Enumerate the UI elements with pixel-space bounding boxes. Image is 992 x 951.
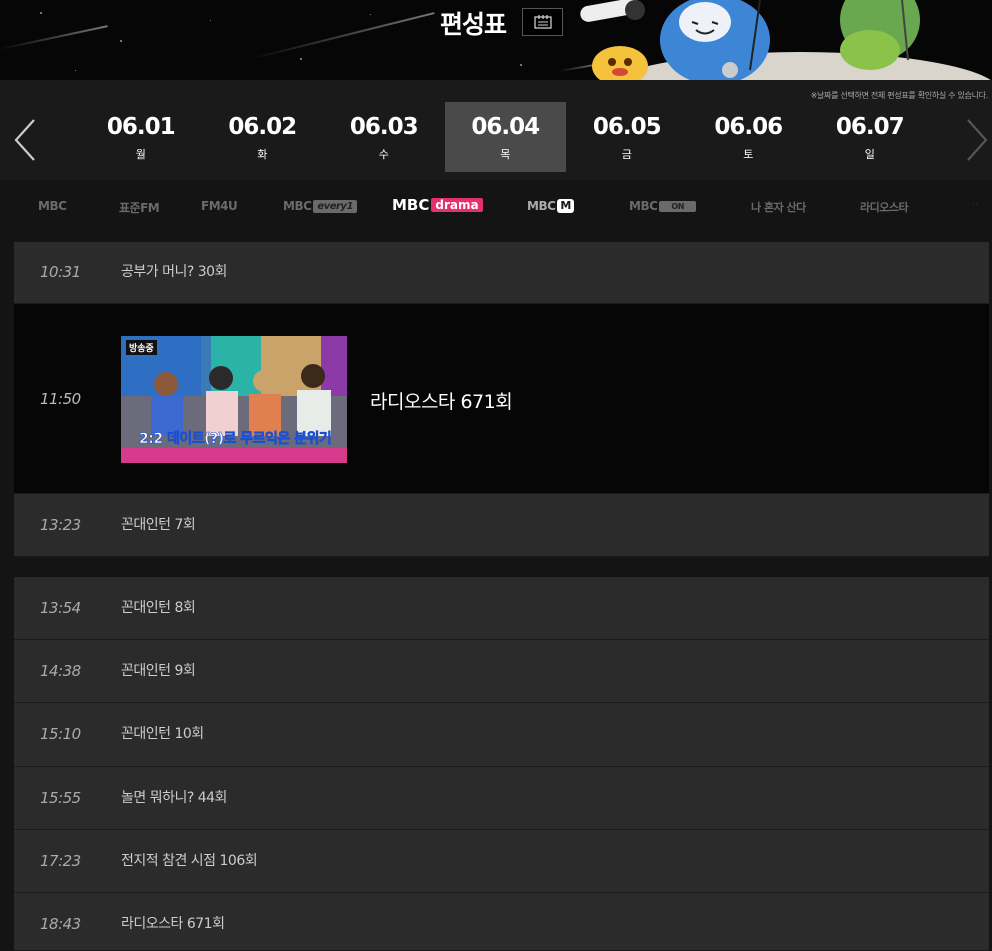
schedule-row[interactable]: 15:55 놀면 뭐하니? 44회 bbox=[14, 767, 989, 830]
schedule-title: 공부가 머니? 30회 bbox=[121, 264, 227, 280]
channel-tab-standard-fm[interactable]: 표준FM bbox=[119, 199, 160, 216]
thumbnail-caption: 2:2 데이트(?)로 무르익은 분위기 bbox=[139, 431, 332, 448]
channel-tab-mbc[interactable]: MBC bbox=[38, 199, 67, 213]
channel-overflow-indicator: ·· bbox=[972, 200, 979, 211]
date-weekday: 금 bbox=[621, 148, 632, 161]
date-number: 06.06 bbox=[714, 114, 783, 140]
schedule-title: 라디오스타 671회 bbox=[121, 916, 225, 932]
schedule-time: 15:55 bbox=[40, 789, 81, 807]
date-list: 06.01 월 06.02 화 06.03 수 06.04 목 06.05 금 … bbox=[80, 102, 931, 172]
date-item-0606[interactable]: 06.06 토 bbox=[688, 102, 810, 172]
channel-badge: M bbox=[557, 199, 574, 213]
schedule-row[interactable]: 10:31 공부가 머니? 30회 bbox=[14, 242, 989, 304]
date-item-0603[interactable]: 06.03 수 bbox=[323, 102, 445, 172]
date-number: 06.01 bbox=[106, 114, 176, 140]
date-number: 06.05 bbox=[592, 114, 662, 140]
schedule-title: 꼰대인턴 10회 bbox=[121, 726, 204, 742]
date-weekday: 일 bbox=[864, 148, 875, 161]
schedule-row-onair[interactable]: 11:50 방송중 2:2 데이트(?)로 무르익은 분위기 라디오스타 671… bbox=[14, 304, 989, 494]
mascot-illustration bbox=[580, 0, 991, 80]
channel-tab-mbc-every1[interactable]: MBC every1 bbox=[283, 199, 357, 213]
schedule-time: 10:31 bbox=[40, 263, 81, 281]
channel-badge: drama bbox=[431, 198, 483, 212]
date-number: 06.03 bbox=[349, 114, 419, 140]
page-header: 편성표 bbox=[0, 0, 992, 80]
date-weekday: 화 bbox=[257, 148, 268, 161]
date-weekday: 월 bbox=[135, 148, 146, 161]
schedule-time: 13:54 bbox=[40, 599, 81, 617]
channel-label: MBC bbox=[283, 199, 312, 213]
schedule-title: 라디오스타 671회 bbox=[370, 391, 513, 413]
channel-label: MBC bbox=[629, 199, 658, 213]
channel-label: MBC bbox=[527, 199, 556, 213]
date-weekday: 목 bbox=[500, 148, 511, 161]
live-badge: 방송중 bbox=[126, 340, 157, 355]
date-item-0602[interactable]: 06.02 화 bbox=[202, 102, 324, 172]
channel-tab-mbc-drama[interactable]: MBC drama bbox=[392, 196, 483, 214]
channel-badge: ON bbox=[659, 200, 696, 212]
date-number: 06.02 bbox=[228, 114, 297, 140]
channel-label: 표준FM bbox=[119, 201, 160, 215]
shooting-star bbox=[0, 25, 108, 50]
date-weekday: 수 bbox=[378, 148, 389, 161]
channel-tab-mbc-on[interactable]: MBC ON bbox=[629, 199, 696, 213]
star bbox=[370, 14, 371, 15]
schedule-time: 14:38 bbox=[40, 662, 81, 680]
date-note: ※날짜를 선택하면 전체 편성표를 확인하실 수 있습니다. bbox=[810, 91, 989, 100]
onair-thumbnail[interactable]: 방송중 2:2 데이트(?)로 무르익은 분위기 bbox=[121, 336, 347, 463]
schedule-time: 13:23 bbox=[40, 516, 81, 534]
star bbox=[300, 58, 302, 60]
schedule-row[interactable]: 15:10 꼰대인턴 10회 bbox=[14, 703, 989, 767]
star bbox=[520, 64, 522, 66]
schedule-title: 꼰대인턴 9회 bbox=[121, 663, 196, 679]
channel-tab-mbc-m[interactable]: MBC M bbox=[527, 199, 574, 213]
star bbox=[210, 20, 211, 21]
date-item-0604-selected[interactable]: 06.04 목 bbox=[444, 102, 566, 172]
channel-badge: every1 bbox=[313, 199, 357, 213]
channel-tab-alone[interactable]: 나 혼자 산다 bbox=[751, 199, 806, 215]
schedule-time: 15:10 bbox=[40, 725, 81, 743]
schedule-title: 꼰대인턴 7회 bbox=[121, 517, 196, 533]
schedule-row[interactable]: 18:43 라디오스타 671회 bbox=[14, 893, 989, 951]
calendar-icon bbox=[533, 15, 552, 29]
channel-label: MBC bbox=[392, 196, 430, 214]
date-navigation: ※날짜를 선택하면 전체 편성표를 확인하실 수 있습니다. 06.01 월 0… bbox=[0, 80, 992, 180]
shooting-star bbox=[249, 12, 435, 60]
schedule-title: 꼰대인턴 8회 bbox=[121, 600, 196, 616]
schedule-divider bbox=[0, 557, 992, 577]
schedule-title: 전지적 참견 시점 106회 bbox=[121, 853, 258, 869]
date-number: 06.04 bbox=[471, 114, 540, 140]
star bbox=[120, 40, 122, 42]
schedule-row[interactable]: 13:23 꼰대인턴 7회 bbox=[14, 494, 989, 557]
date-number: 06.07 bbox=[835, 114, 905, 140]
schedule-row[interactable]: 13:54 꼰대인턴 8회 bbox=[14, 577, 989, 640]
schedule-title: 놀면 뭐하니? 44회 bbox=[121, 790, 227, 806]
channel-tab-radiostar[interactable]: 라디오스타 bbox=[860, 199, 909, 215]
channel-label: 라디오스타 bbox=[860, 201, 909, 214]
date-item-0601[interactable]: 06.01 월 bbox=[80, 102, 202, 172]
calendar-button[interactable] bbox=[522, 8, 563, 36]
star bbox=[75, 70, 76, 71]
date-weekday: 토 bbox=[743, 148, 754, 161]
schedule-row[interactable]: 17:23 전지적 참견 시점 106회 bbox=[14, 830, 989, 893]
page-title: 편성표 bbox=[440, 10, 507, 39]
schedule-row[interactable]: 14:38 꼰대인턴 9회 bbox=[14, 640, 989, 703]
channel-label: MBC bbox=[38, 199, 67, 213]
chevron-left-icon[interactable] bbox=[10, 118, 42, 162]
channel-label: 나 혼자 산다 bbox=[751, 201, 806, 214]
star bbox=[40, 12, 42, 14]
chevron-right-icon[interactable] bbox=[960, 118, 992, 162]
schedule-time: 11:50 bbox=[40, 390, 81, 408]
schedule-time: 18:43 bbox=[40, 915, 81, 933]
channel-label: FM4U bbox=[201, 199, 238, 213]
channel-tabs: MBC 표준FM FM4U MBC every1 MBC drama MBC M… bbox=[0, 190, 992, 224]
date-item-0605[interactable]: 06.05 금 bbox=[566, 102, 688, 172]
channel-tab-fm4u[interactable]: FM4U bbox=[201, 199, 238, 213]
date-item-0607[interactable]: 06.07 일 bbox=[809, 102, 931, 172]
schedule-time: 17:23 bbox=[40, 852, 81, 870]
